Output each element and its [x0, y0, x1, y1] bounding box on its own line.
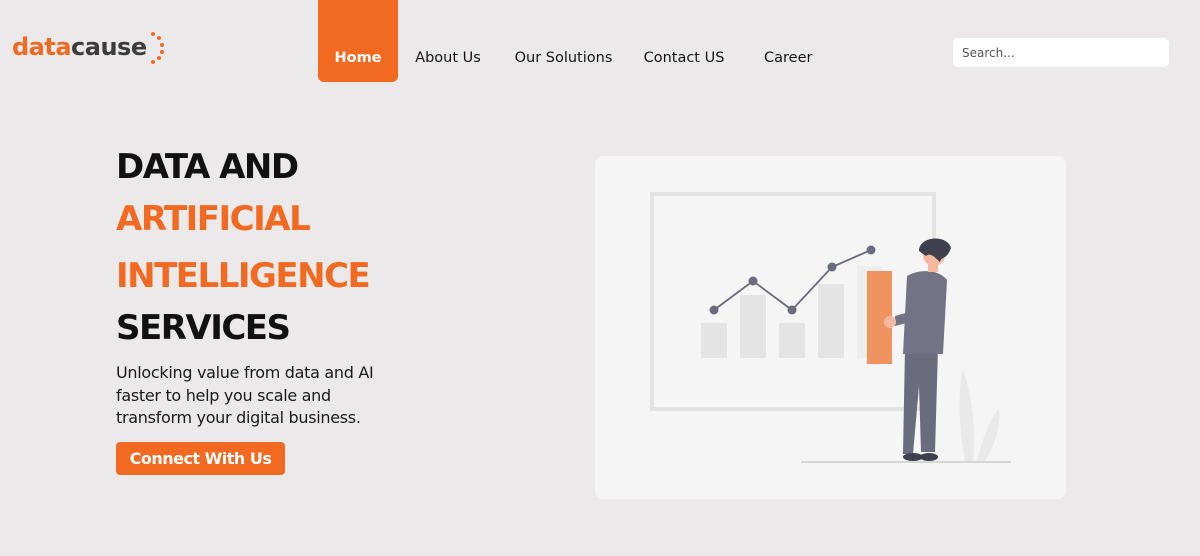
brand-logo[interactable]: data cause — [12, 30, 165, 64]
nav-contact-us[interactable]: Contact US — [629, 0, 739, 82]
nav-career[interactable]: Career — [739, 0, 831, 82]
person-presenting-chart-illustration — [650, 192, 1011, 463]
logo-text-cause: cause — [71, 33, 147, 61]
logo-text-data: data — [12, 33, 72, 61]
hero-title-line-4: SERVICES — [116, 308, 291, 348]
nav-home[interactable]: Home — [318, 0, 398, 82]
hero-title-line-2: ARTIFICIAL — [116, 199, 311, 239]
search-input[interactable] — [953, 38, 1169, 67]
main-nav: Home About Us Our Solutions Contact US C… — [318, 0, 831, 82]
connect-with-us-button[interactable]: Connect With Us — [116, 442, 285, 475]
logo-dots-icon — [150, 32, 164, 64]
nav-our-solutions[interactable]: Our Solutions — [498, 0, 629, 82]
hero-title-line-3: INTELLIGENCE — [116, 256, 371, 296]
hero-subtitle: Unlocking value from data and AI faster … — [116, 363, 374, 427]
nav-about-us[interactable]: About Us — [398, 0, 498, 82]
hero-title-line-1: DATA AND — [116, 147, 299, 187]
hero-illustration-card — [595, 156, 1066, 499]
